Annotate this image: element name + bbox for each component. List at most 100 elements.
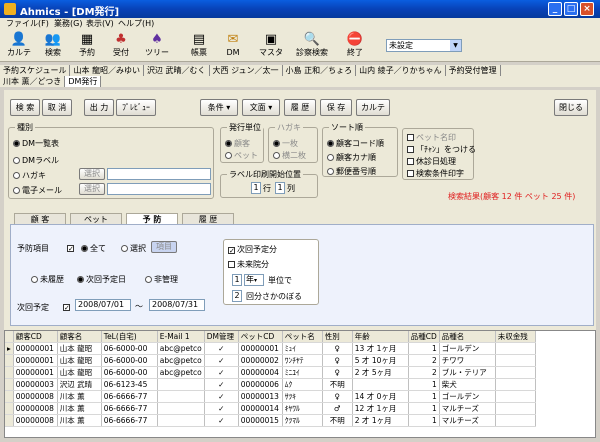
menu-view[interactable]: 表示(V) (86, 18, 114, 30)
col-header[interactable]: 性別 (322, 331, 353, 343)
unperformed-radio[interactable]: 未履歴 (31, 274, 64, 285)
chan-checkbox[interactable]: 「ﾁｬﾝ」をつける (407, 144, 476, 155)
col-header[interactable]: 年齢 (352, 331, 409, 343)
col-header[interactable]: ペットCD (238, 331, 283, 343)
close-window-button[interactable]: × (580, 2, 594, 16)
date-from-field[interactable]: 2008/07/01 (75, 299, 131, 311)
open-tab[interactable]: 予約スケジュール (0, 65, 71, 76)
pet-name-checkbox[interactable]: ペット名印 (407, 132, 456, 143)
postcard-double-radio[interactable]: 横二枚 (273, 150, 306, 161)
postcard-single-radio[interactable]: 一枚 (273, 138, 298, 149)
open-tab[interactable]: 予約受付管理 (446, 65, 501, 76)
table-row[interactable]: 00000008 川本 薫 06-6666-77 ✓ 00000013 ｻﾂｷ ♀ 14 才 … (5, 390, 536, 403)
preview-button[interactable]: ﾌﾟﾚﾋﾞｭｰ (116, 99, 156, 116)
all-radio[interactable]: 全て (81, 243, 106, 254)
setting-select[interactable]: 未設定 ▼ (386, 39, 462, 52)
maximize-button[interactable]: □ (564, 2, 578, 16)
col-header[interactable]: 顧客CD (13, 331, 58, 343)
search-tool-button[interactable]: 👥 検索 (38, 32, 68, 60)
unmanaged-radio[interactable]: 非管理 (145, 274, 178, 285)
open-tab[interactable]: 沢辺 武晴／むく (144, 65, 210, 76)
table-row[interactable]: 00000001 山本 龍昭 06-6000-00 abc@petco ✓ 0000000… (5, 354, 536, 367)
col-header[interactable]: TeL(自宅) (101, 331, 158, 343)
sort-code-radio[interactable]: 顧客コード順 (327, 138, 384, 149)
search-button[interactable]: 検 索 (10, 99, 40, 116)
cancel-button[interactable]: 取 消 (42, 99, 72, 116)
tab-client[interactable]: 顧 客 (14, 213, 66, 224)
year-unit-select[interactable]: 年▾ (244, 274, 264, 286)
result-grid[interactable]: 顧客CD 顧客名 TeL(自宅) E-Mail 1 DM管理 ペットCD ペット… (4, 330, 596, 438)
text-button[interactable]: 文面 ▾ (242, 99, 280, 116)
table-row[interactable]: 00000001 山本 龍昭 06-6000-00 abc@petco ✓ 0000000… (5, 366, 536, 379)
tab-prevention[interactable]: 予 防 (126, 213, 178, 224)
count-field[interactable]: 2 (232, 290, 242, 302)
menu-business[interactable]: 業務(G) (54, 18, 82, 30)
open-tab[interactable]: 山内 綾子／りかちゃん (356, 65, 446, 76)
choose-radio[interactable]: 選択 (121, 243, 146, 254)
open-tab[interactable]: 川本 薫／どつき (0, 76, 66, 87)
tree-tool-button[interactable]: ♠ ツリー (142, 32, 172, 60)
next-plan-checkbox[interactable]: ✓ (63, 302, 72, 312)
unperformed-part-checkbox[interactable]: 未来院分 (228, 259, 269, 270)
col-header[interactable]: 品種CD (408, 331, 440, 343)
col-header[interactable]: DM管理 (204, 331, 239, 343)
reservation-tool-button[interactable]: ▦ 予約 (72, 32, 102, 60)
table-row[interactable]: 00000003 沢辺 武晴 06-6123-45 ✓ 00000006 ﾑｸ 不明 1 柴犬 (5, 378, 536, 391)
prevention-item-checkbox[interactable]: ✓ (67, 243, 76, 253)
issue-pet-radio[interactable]: ペット (225, 150, 258, 161)
menu-help[interactable]: ヘルプ(H) (118, 18, 154, 30)
minimize-button[interactable]: _ (548, 2, 562, 16)
next-date-radio[interactable]: 次回予定日 (77, 274, 126, 285)
col-header[interactable]: 品種名 (439, 331, 496, 343)
reception-tool-button[interactable]: ♣ 受付 (106, 32, 136, 60)
next-part-checkbox[interactable]: ✓ 次回予定分 (228, 244, 277, 255)
sort-zip-radio[interactable]: 郵便番号順 (327, 166, 376, 177)
open-tab[interactable]: 小島 正和／ちょろ (283, 65, 357, 76)
col-header[interactable]: ペット名 (282, 331, 323, 343)
karte-tool-button[interactable]: 👤 カルテ (4, 32, 34, 60)
tab-history[interactable]: 履 歴 (182, 213, 234, 224)
col-header[interactable]: E-Mail 1 (157, 331, 205, 343)
holiday-checkbox[interactable]: 休診日処理 (407, 156, 456, 167)
type-dm-label-radio[interactable]: DMラベル (13, 155, 59, 166)
email-select-button[interactable]: 選択 (79, 183, 105, 195)
table-row[interactable]: 00000008 川本 薫 06-6666-77 ✓ 00000015 ｸﾂﾏﾙ 不明 2 才… (5, 414, 536, 427)
email-field[interactable] (107, 183, 211, 195)
label-row-field[interactable]: 1 (251, 182, 261, 194)
history-button[interactable]: 履 歴 (284, 99, 316, 116)
type-email-radio[interactable]: 電子メール (13, 185, 62, 196)
col-header[interactable]: 未収金残 (495, 331, 536, 343)
exam-search-tool-button[interactable]: 🔍 診察検索 (294, 32, 330, 60)
magnifier-icon: 🔍 (303, 32, 321, 47)
table-cell: 山本 龍昭 (57, 366, 102, 379)
condition-button[interactable]: 条件 ▾ (200, 99, 238, 116)
open-tab-active[interactable]: DM発行 (65, 76, 102, 87)
dm-tool-button[interactable]: ✉ DM (218, 32, 248, 60)
table-cell: ｷﾔﾜﾙ (282, 402, 323, 415)
sort-kana-radio[interactable]: 顧客カナ順 (327, 152, 376, 163)
type-dm-list-radio[interactable]: DM一覧表 (13, 138, 59, 149)
table-row[interactable]: ▸ 00000001 山本 龍昭 06-6000-00 abc@petco ✓ 000000… (5, 342, 536, 355)
master-tool-button[interactable]: ▣ マスタ (256, 32, 286, 60)
postcard-select-button[interactable]: 選択 (79, 168, 105, 180)
save-button[interactable]: 保 存 (320, 99, 352, 116)
open-tab[interactable]: 大西 ジュン／太一 (210, 65, 283, 76)
date-to-field[interactable]: 2008/07/31 (149, 299, 205, 311)
year-field[interactable]: 1 (232, 274, 242, 286)
type-postcard-radio[interactable]: ハガキ (13, 170, 46, 181)
exit-tool-button[interactable]: ⛔ 終了 (340, 32, 370, 60)
col-header[interactable]: 顧客名 (57, 331, 102, 343)
report-tool-button[interactable]: ▤ 帳票 (184, 32, 214, 60)
tab-pet[interactable]: ペット (70, 213, 122, 224)
close-button[interactable]: 閉じる (554, 99, 588, 116)
menu-file[interactable]: ファイル(F) (6, 18, 49, 30)
open-tab[interactable]: 山本 龍昭／みゆい (70, 65, 144, 76)
postcard-field[interactable] (107, 168, 211, 180)
issue-client-radio[interactable]: 顧客 (225, 138, 250, 149)
output-button[interactable]: 出 力 (84, 99, 114, 116)
table-row[interactable]: 00000008 川本 薫 06-6666-77 ✓ 00000014 ｷﾔﾜﾙ ♂ 12 才… (5, 402, 536, 415)
karte-button[interactable]: カルテ (356, 99, 390, 116)
label-col-field[interactable]: 1 (275, 182, 285, 194)
item-button[interactable]: 項目 (151, 241, 177, 253)
print-condition-checkbox[interactable]: 検索条件印字 (407, 168, 464, 179)
